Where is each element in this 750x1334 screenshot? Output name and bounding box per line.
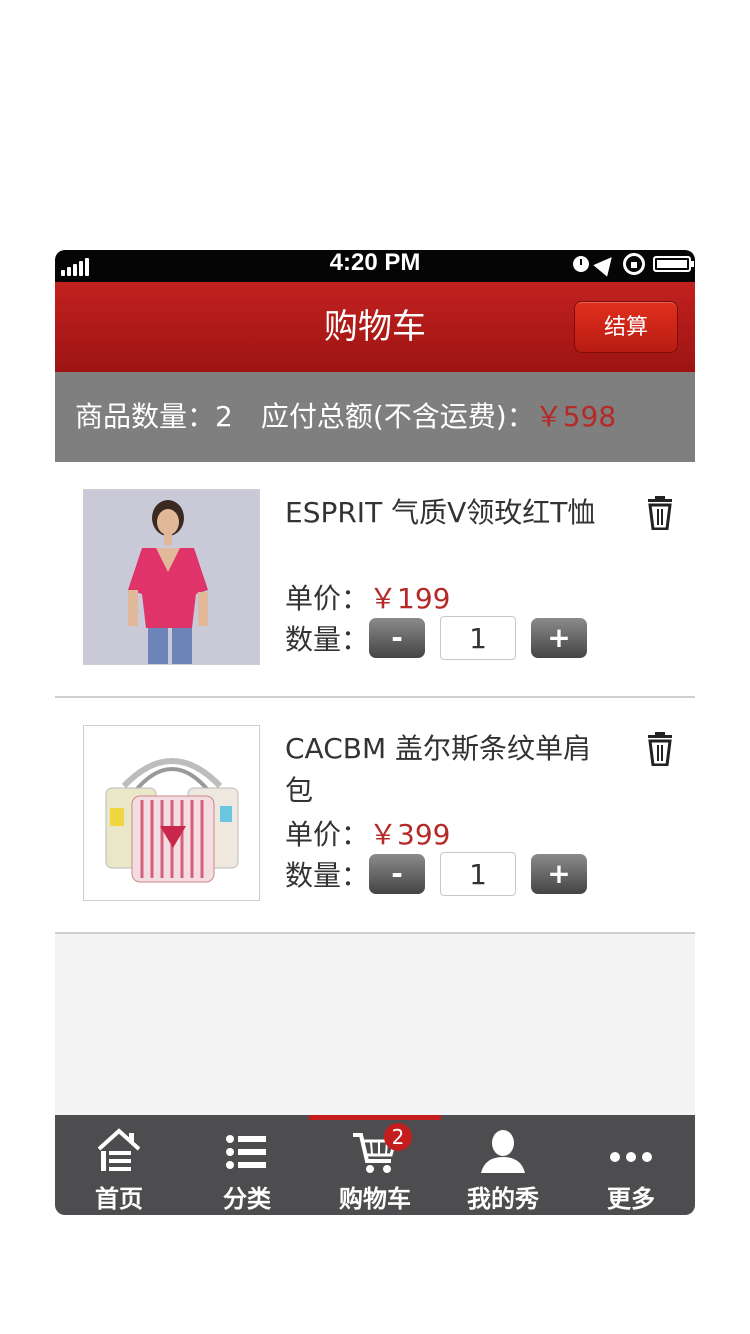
price-label: 单价： — [285, 582, 370, 615]
cart-count-badge: 2 — [384, 1123, 412, 1151]
tab-label: 分类 — [223, 1185, 271, 1213]
trash-icon[interactable] — [647, 732, 673, 766]
unit-price: ￥399 — [369, 818, 451, 851]
product-image-bag[interactable] — [83, 725, 260, 901]
product-image-tshirt[interactable] — [83, 489, 260, 665]
increase-button[interactable]: + — [531, 618, 588, 658]
unit-price: ￥199 — [369, 582, 451, 615]
user-icon — [481, 1130, 525, 1173]
battery-icon — [653, 256, 694, 272]
rotation-lock-icon — [623, 253, 645, 275]
cart-item: CACBM 盖尔斯条纹单肩包 单价：￥399 数量： - 1 + — [55, 698, 695, 934]
decrease-button[interactable]: - — [369, 854, 426, 894]
quantity-field[interactable]: 1 — [440, 852, 517, 896]
quantity-stepper: 数量： - 1 + — [285, 616, 588, 660]
cart-summary: 商品数量：2 应付总额(不含运费)：￥598 — [55, 372, 695, 462]
tab-category[interactable]: 分类 — [183, 1115, 311, 1215]
location-icon — [593, 251, 619, 277]
bottom-tab-bar: 首页 分类 2 购物车 我的秀 更多 — [55, 1115, 695, 1215]
total-label: 应付总额(不含运费)： — [260, 400, 535, 433]
price-label: 单价： — [285, 818, 370, 851]
checkout-button[interactable]: 结算 — [574, 301, 678, 353]
quantity-stepper: 数量： - 1 + — [285, 852, 588, 896]
tab-label: 首页 — [95, 1185, 143, 1213]
nav-header: 购物车 结算 — [55, 282, 695, 372]
quantity-field[interactable]: 1 — [440, 616, 517, 660]
product-name[interactable]: ESPRIT 气质V领玫红T恤 — [285, 492, 615, 534]
tab-my-show[interactable]: 我的秀 — [439, 1115, 567, 1215]
cart-item-list: ESPRIT 气质V领玫红T恤 单价：￥199 数量： - 1 + CACBM … — [55, 462, 695, 934]
trash-icon[interactable] — [647, 496, 673, 530]
home-icon — [97, 1128, 141, 1171]
cart-item: ESPRIT 气质V领玫红T恤 单价：￥199 数量： - 1 + — [55, 462, 695, 698]
tab-home[interactable]: 首页 — [55, 1115, 183, 1215]
item-count: 2 — [215, 400, 233, 433]
total-amount: ￥598 — [534, 400, 617, 433]
tab-label: 更多 — [607, 1185, 655, 1213]
product-name[interactable]: CACBM 盖尔斯条纹单肩包 — [285, 728, 615, 812]
count-label: 商品数量： — [75, 400, 216, 433]
decrease-button[interactable]: - — [369, 618, 426, 658]
increase-button[interactable]: + — [531, 854, 588, 894]
tab-more[interactable]: 更多 — [567, 1115, 695, 1215]
list-icon — [226, 1135, 266, 1169]
more-icon — [610, 1152, 652, 1162]
tab-label: 我的秀 — [467, 1185, 539, 1213]
alarm-icon — [573, 256, 589, 272]
quantity-label: 数量： — [285, 859, 370, 892]
tab-cart[interactable]: 2 购物车 — [311, 1115, 439, 1215]
phone-screen: 4:20 PM 购物车 结算 商品数量：2 应付总额(不含运费)：￥598 ES… — [55, 250, 695, 1215]
status-bar: 4:20 PM — [55, 250, 695, 282]
quantity-label: 数量： — [285, 623, 370, 656]
tab-label: 购物车 — [339, 1185, 411, 1213]
